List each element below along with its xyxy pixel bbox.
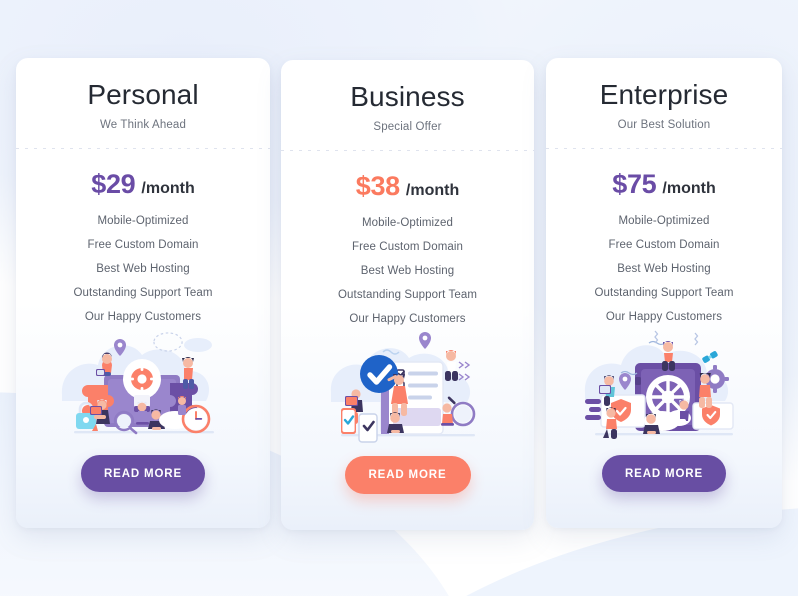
list-item: Mobile-Optimized [97, 215, 189, 227]
cta-area: READ MORE [281, 456, 534, 494]
read-more-button[interactable]: READ MORE [602, 455, 726, 492]
illustration-area [546, 330, 782, 456]
cta-area: READ MORE [546, 455, 782, 492]
price-row: $29 /month [91, 171, 194, 198]
illustration-area [16, 330, 270, 456]
divider [16, 148, 270, 149]
price-period: /month [405, 182, 460, 199]
list-item: Outstanding Support Team [73, 287, 213, 299]
list-item: Best Web Hosting [96, 263, 190, 275]
list-item: Free Custom Domain [351, 241, 464, 253]
price-amount: $75 [612, 169, 657, 199]
list-item: Free Custom Domain [608, 239, 720, 251]
price-row: $38 /month [356, 173, 459, 200]
plan-subtitle: Special Offer [373, 121, 442, 133]
price-period: /month [662, 180, 716, 197]
list-item: Best Web Hosting [360, 265, 455, 277]
pricing-card-business[interactable]: Business Special Offer $38 /month Mobile… [281, 60, 534, 530]
list-item: Mobile-Optimized [361, 217, 454, 229]
plan-title: Enterprise [599, 79, 729, 110]
plan-subtitle: Our Best Solution [617, 119, 711, 131]
list-item: Free Custom Domain [87, 239, 199, 251]
plan-subtitle: We Think Ahead [99, 119, 187, 131]
pricing-card-enterprise[interactable]: Enterprise Our Best Solution $75 /month … [546, 58, 782, 528]
list-item: Outstanding Support Team [594, 287, 734, 299]
divider [281, 150, 534, 151]
teamwork-puzzle-lightbulb-icon [61, 332, 214, 435]
price-period: /month [141, 180, 195, 197]
plan-title: Personal [87, 79, 199, 110]
pricing-card-list: Personal We Think Ahead $29 /month Mobil… [0, 0, 798, 596]
price-amount: $29 [91, 169, 136, 199]
illustration-area [281, 332, 534, 457]
read-more-button[interactable]: READ MORE [344, 456, 471, 494]
plan-title: Business [350, 81, 465, 112]
list-item: Best Web Hosting [617, 263, 711, 275]
feature-list: Mobile-Optimized Free Custom Domain Best… [16, 215, 270, 324]
list-item: Mobile-Optimized [618, 215, 710, 227]
checklist-verification-icon [330, 332, 475, 443]
cta-area: READ MORE [16, 455, 270, 492]
security-vault-shield-icon [584, 330, 734, 439]
price-amount: $38 [355, 171, 400, 201]
list-item: Outstanding Support Team [338, 289, 477, 301]
read-more-button[interactable]: READ MORE [81, 455, 205, 492]
price-row: $75 /month [612, 171, 715, 198]
pricing-card-personal[interactable]: Personal We Think Ahead $29 /month Mobil… [16, 58, 270, 528]
pricing-page: Personal We Think Ahead $29 /month Mobil… [0, 0, 798, 596]
feature-list: Mobile-Optimized Free Custom Domain Best… [281, 217, 534, 326]
divider [546, 148, 782, 149]
feature-list: Mobile-Optimized Free Custom Domain Best… [546, 215, 782, 324]
